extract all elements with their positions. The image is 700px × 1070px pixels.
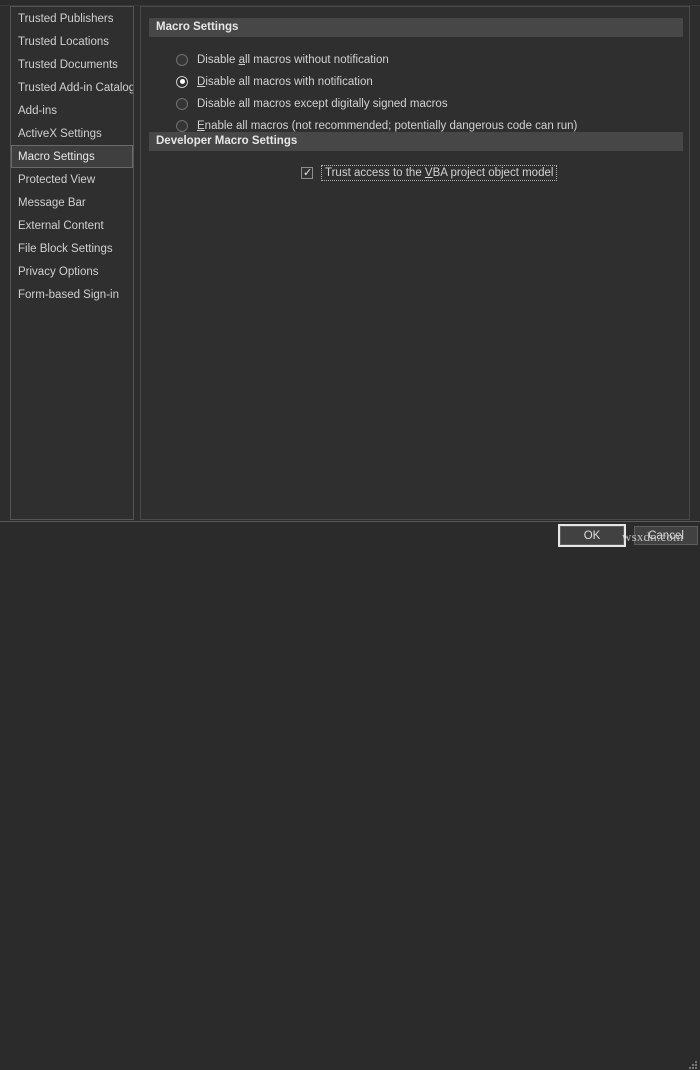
macro-option-label[interactable]: Disable all macros except digitally sign… (197, 98, 448, 110)
sidebar-item-external-content[interactable]: External Content (11, 214, 133, 237)
cancel-button[interactable]: Cancel (634, 526, 698, 545)
trust-vba-checkbox-label[interactable]: Trust access to the VBA project object m… (321, 165, 557, 181)
macro-settings-radio-group[interactable]: Disable all macros without notification D… (176, 51, 577, 139)
developer-macro-settings-group-header: Developer Macro Settings (149, 132, 683, 151)
accelerator-char: E (197, 120, 205, 132)
radio-button-selected[interactable] (176, 76, 188, 88)
macro-option-label[interactable]: Enable all macros (not recommended; pote… (197, 120, 577, 132)
sidebar-item-protected-view[interactable]: Protected View (11, 168, 133, 191)
macro-option-label[interactable]: Disable all macros without notification (197, 54, 389, 66)
macro-option-label[interactable]: Disable all macros with notification (197, 76, 373, 88)
sidebar-item-message-bar[interactable]: Message Bar (11, 191, 133, 214)
macro-settings-group-header: Macro Settings (149, 18, 683, 37)
macro-option-row[interactable]: Disable all macros with notification (176, 73, 577, 90)
trust-vba-checkbox[interactable]: ✓ (301, 167, 313, 179)
accelerator-char: V (425, 167, 433, 179)
trust-vba-checkbox-row[interactable]: ✓ Trust access to the VBA project object… (301, 165, 557, 181)
category-listbox[interactable]: Trusted PublishersTrusted LocationsTrust… (10, 6, 134, 520)
radio-button[interactable] (176, 120, 188, 132)
ok-button[interactable]: OK (560, 526, 624, 545)
accelerator-char: a (239, 54, 245, 66)
dialog-footer: OK Cancel (0, 521, 700, 550)
macro-option-row[interactable]: Disable all macros except digitally sign… (176, 95, 577, 112)
sidebar-item-trusted-add-in-catalogs[interactable]: Trusted Add-in Catalogs (11, 76, 133, 99)
trust-center-dialog: Trusted PublishersTrusted LocationsTrust… (0, 0, 700, 549)
sidebar-item-trusted-publishers[interactable]: Trusted Publishers (11, 7, 133, 30)
settings-panel: Macro Settings Disable all macros withou… (140, 6, 690, 520)
sidebar-item-file-block-settings[interactable]: File Block Settings (11, 237, 133, 260)
sidebar-item-trusted-documents[interactable]: Trusted Documents (11, 53, 133, 76)
radio-button[interactable] (176, 98, 188, 110)
sidebar-item-trusted-locations[interactable]: Trusted Locations (11, 30, 133, 53)
radio-button[interactable] (176, 54, 188, 66)
sidebar-item-form-based-sign-in[interactable]: Form-based Sign-in (11, 283, 133, 306)
resize-grip-icon[interactable] (688, 1060, 698, 1070)
checkmark-icon: ✓ (303, 166, 312, 180)
sidebar-item-add-ins[interactable]: Add-ins (11, 99, 133, 122)
sidebar-item-activex-settings[interactable]: ActiveX Settings (11, 122, 133, 145)
sidebar-item-macro-settings[interactable]: Macro Settings (11, 145, 133, 168)
macro-option-row[interactable]: Disable all macros without notification (176, 51, 577, 68)
accelerator-char: g (340, 98, 346, 110)
sidebar-item-privacy-options[interactable]: Privacy Options (11, 260, 133, 283)
accelerator-char: D (197, 76, 205, 88)
